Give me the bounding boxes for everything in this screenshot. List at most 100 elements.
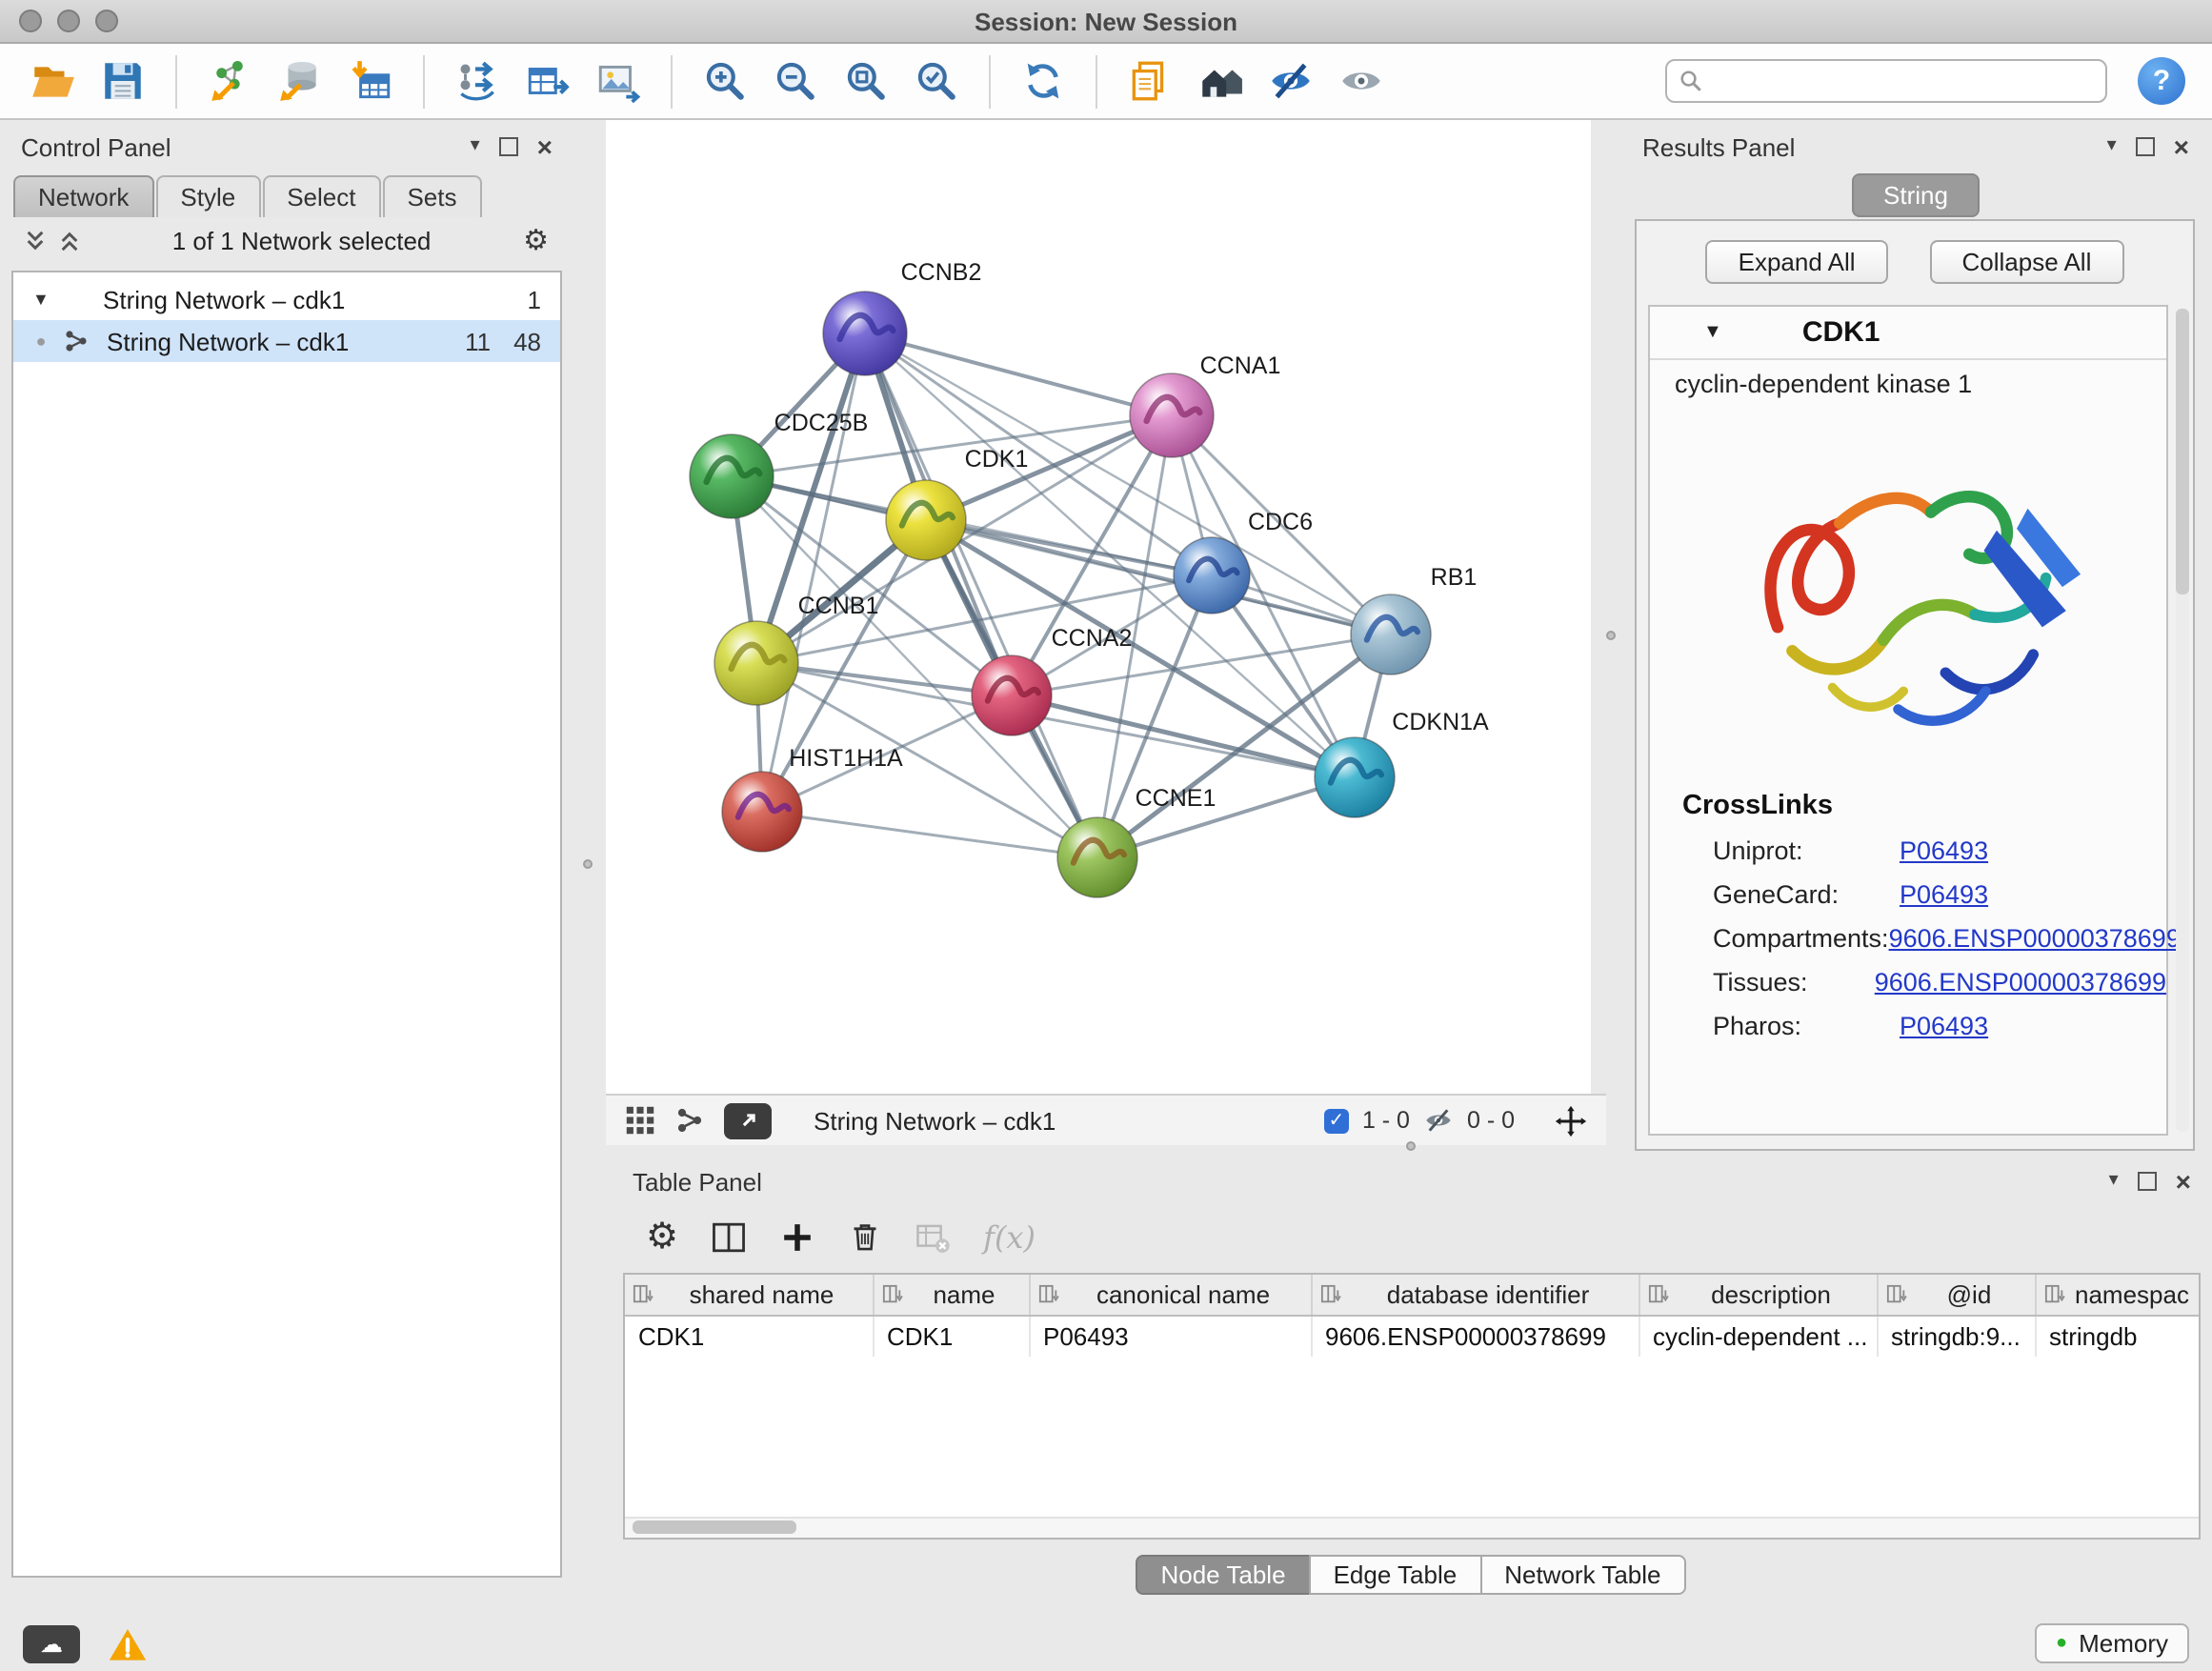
collapse-all-button[interactable]: Collapse All [1930,240,2124,284]
collapse-panel-icon[interactable]: ▾ [471,137,480,156]
network-node-cdc6[interactable] [1174,537,1250,614]
network-node-ccna1[interactable] [1130,373,1214,457]
save-session-button[interactable] [93,50,152,111]
cell-namespace[interactable]: stringdb [2035,1316,2201,1357]
gene-section-header[interactable]: ▼ CDK1 [1650,307,2166,360]
selected-checkbox-icon[interactable]: ✓ [1324,1108,1349,1133]
network-edge[interactable] [762,333,865,812]
float-panel-icon[interactable] [2136,137,2155,156]
zoom-fit-button[interactable] [836,50,895,111]
tab-string[interactable]: String [1851,173,1981,217]
column-header-canonical-name[interactable]: canonical name [1029,1275,1311,1316]
pan-crosshair-icon[interactable] [1555,1104,1587,1137]
zoom-window-button[interactable] [95,10,118,32]
delete-table-icon-disabled[interactable] [915,1218,951,1255]
tab-select[interactable]: Select [262,175,380,217]
expand-all-button[interactable]: Expand All [1706,240,1888,284]
create-column-plus-icon[interactable] [779,1218,815,1255]
network-node-ccna2[interactable] [972,655,1052,735]
detach-view-button[interactable] [724,1102,772,1138]
tab-network-table[interactable]: Network Table [1479,1555,1685,1595]
tab-node-table[interactable]: Node Table [1136,1555,1310,1595]
zoom-selected-button[interactable] [907,50,966,111]
delete-column-trash-icon[interactable] [848,1219,882,1254]
network-node-ccnb1[interactable] [714,621,798,705]
network-edge[interactable] [865,333,1097,857]
minimize-window-button[interactable] [57,10,80,32]
crosslink-value-link[interactable]: P06493 [1900,836,1988,865]
tab-network[interactable]: Network [13,175,153,217]
network-node-cdkn1a[interactable] [1315,737,1395,817]
column-header-shared-name[interactable]: shared name [625,1275,873,1316]
tab-sets[interactable]: Sets [382,175,481,217]
hide-graphics-details-button[interactable] [1261,50,1320,111]
network-node-rb1[interactable] [1351,594,1431,674]
float-panel-icon[interactable] [499,137,518,156]
collapse-panel-icon[interactable]: ▾ [2109,1172,2119,1191]
network-collection-row[interactable]: ▼ String Network – cdk1 1 [13,278,560,320]
cell-database-identifier[interactable]: 9606.ENSP00000378699 [1311,1316,1639,1357]
cell-name[interactable]: CDK1 [873,1316,1029,1357]
network-node-ccne1[interactable] [1057,817,1137,897]
import-network-from-database-button[interactable] [271,50,330,111]
crosslink-value-link[interactable]: P06493 [1900,880,1988,909]
column-header-database-identifier[interactable]: database identifier [1311,1275,1639,1316]
table-options-gear-icon[interactable]: ⚙ [646,1218,678,1255]
apply-layout-button[interactable] [1014,50,1073,111]
import-table-button[interactable] [341,50,400,111]
expand-all-networks-icon[interactable] [59,228,80,252]
collapse-panel-icon[interactable]: ▾ [2107,137,2117,156]
table-horizontal-scrollbar[interactable] [625,1517,2199,1538]
close-panel-icon[interactable]: × [2174,133,2189,160]
function-builder-fx-icon[interactable]: f(x) [983,1218,1036,1255]
zoom-in-button[interactable] [695,50,754,111]
horizontal-splitter-handle[interactable] [1406,1141,1416,1151]
column-header-namespace[interactable]: namespac [2035,1275,2201,1316]
network-node-cdk1[interactable] [886,480,966,560]
collapse-all-networks-icon[interactable] [25,228,46,252]
cell-shared-name[interactable]: CDK1 [625,1316,873,1357]
network-row-selected[interactable]: ● String Network – cdk1 11 48 [13,320,560,362]
column-header-name[interactable]: name [873,1275,1029,1316]
cell-id[interactable]: stringdb:9... [1877,1316,2035,1357]
network-node-cdc25b[interactable] [690,434,774,518]
cytoscape-home-button[interactable] [1191,50,1250,111]
cell-canonical-name[interactable]: P06493 [1029,1316,1311,1357]
column-header-description[interactable]: description [1639,1275,1877,1316]
crosslink-value-link[interactable]: 9606.ENSP00000378699 [1875,968,2166,997]
close-window-button[interactable] [19,10,42,32]
export-image-button[interactable] [589,50,648,111]
tab-style[interactable]: Style [155,175,260,217]
network-edge[interactable] [762,812,1097,857]
warnings-button[interactable] [103,1623,152,1663]
close-panel-icon[interactable]: × [2176,1168,2191,1195]
disclosure-triangle-icon[interactable]: ▼ [1703,322,1722,343]
cloud-sync-button[interactable]: ☁ [23,1624,80,1662]
show-columns-icon[interactable] [711,1218,747,1255]
open-session-button[interactable] [23,50,82,111]
left-splitter-handle[interactable] [583,859,593,869]
close-panel-icon[interactable]: × [537,133,553,160]
help-button[interactable]: ? [2138,57,2185,105]
crosslink-value-link[interactable]: 9606.ENSP00000378699 [1889,924,2181,953]
zoom-out-button[interactable] [766,50,825,111]
right-splitter-handle[interactable] [1606,631,1616,640]
results-scrollbar[interactable] [2176,309,2189,1132]
network-node-hist1h1a[interactable] [722,772,802,852]
float-panel-icon[interactable] [2138,1172,2157,1191]
network-canvas[interactable]: CCNB2CCNA1CDC25BCDK1CDC6RB1CCNB1CCNA2CDK… [606,120,1591,1094]
memory-button[interactable]: ● Memory [2035,1623,2189,1663]
cell-description[interactable]: cyclin-dependent ... [1639,1316,1877,1357]
results-scrollbar-thumb[interactable] [2176,309,2189,594]
export-table-button[interactable] [518,50,577,111]
birds-eye-view-grid-icon[interactable] [625,1105,655,1136]
open-in-cytoscape-web-button[interactable] [1120,50,1179,111]
crosslink-value-link[interactable]: P06493 [1900,1012,1988,1040]
export-network-button[interactable] [448,50,507,111]
search-input[interactable] [1713,66,2094,96]
network-node-ccnb2[interactable] [823,292,907,375]
show-graphics-details-button[interactable] [1332,50,1391,111]
table-row[interactable]: CDK1 CDK1 P06493 9606.ENSP00000378699 cy… [625,1316,2201,1357]
import-network-from-file-button[interactable] [200,50,259,111]
tab-edge-table[interactable]: Edge Table [1309,1555,1482,1595]
